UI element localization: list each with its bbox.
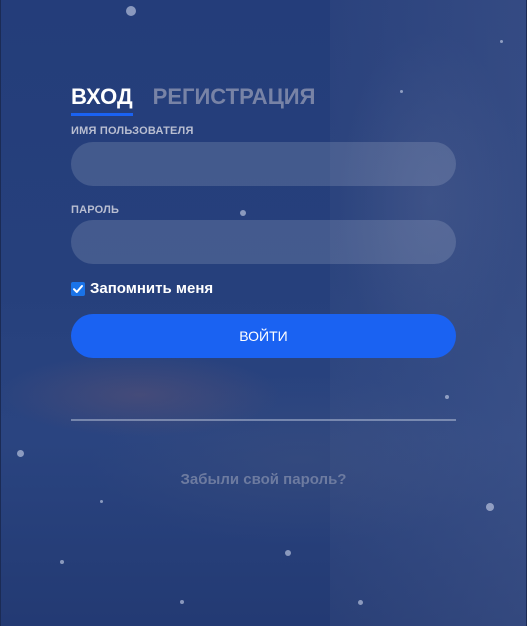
checkmark-icon — [73, 284, 83, 293]
forgot-password-link[interactable]: Забыли свой пароль? — [0, 471, 527, 488]
snowflake — [285, 550, 291, 556]
snowflake — [180, 600, 184, 604]
snowflake — [60, 560, 64, 564]
panel-border-left — [0, 0, 1, 626]
snowflake — [400, 90, 403, 93]
snowflake — [500, 40, 503, 43]
snowflake — [17, 450, 24, 457]
username-input[interactable] — [71, 142, 456, 186]
snowflake — [445, 395, 449, 399]
snowflake — [486, 503, 494, 511]
auth-tabs: ВХОД РЕГИСТРАЦИЯ — [71, 84, 335, 116]
snowflake — [358, 600, 363, 605]
tab-login[interactable]: ВХОД — [71, 84, 133, 116]
remember-checkbox[interactable] — [71, 281, 85, 296]
remember-me[interactable]: Запомнить меня — [71, 280, 213, 297]
snowflake — [240, 210, 246, 216]
divider — [71, 419, 456, 421]
login-panel: ВХОД РЕГИСТРАЦИЯ ИМЯ ПОЛЬЗОВАТЕЛЯ ПАРОЛЬ… — [0, 0, 527, 626]
snowflake — [126, 6, 136, 16]
tab-register[interactable]: РЕГИСТРАЦИЯ — [153, 84, 316, 116]
username-label: ИМЯ ПОЛЬЗОВАТЕЛЯ — [71, 125, 194, 137]
snowflake — [100, 500, 103, 503]
remember-me-label: Запомнить меня — [90, 280, 214, 297]
password-input[interactable] — [71, 220, 456, 264]
login-button[interactable]: ВОЙТИ — [71, 314, 456, 358]
password-label: ПАРОЛЬ — [71, 204, 120, 216]
